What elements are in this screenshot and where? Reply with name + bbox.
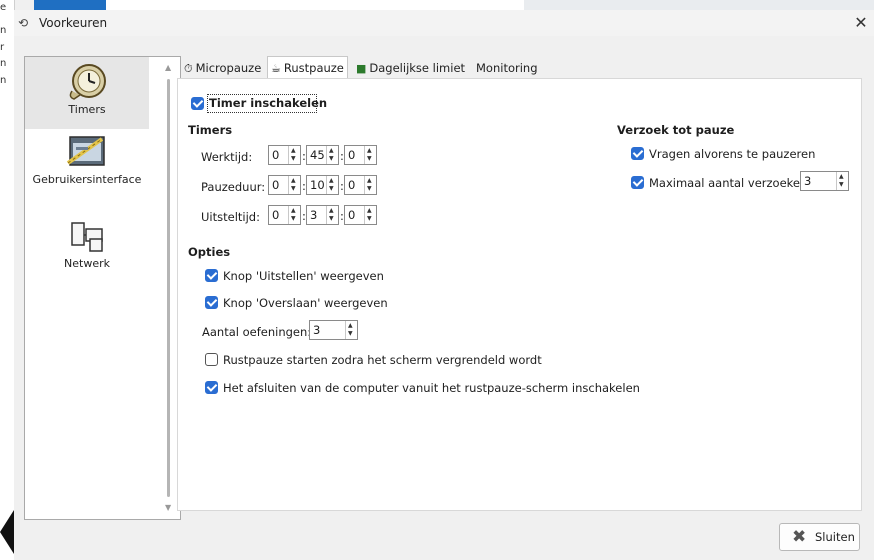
stepper-arrows[interactable]: ▲ ▼: [326, 176, 338, 194]
close-button[interactable]: ✖ Sluiten: [779, 523, 860, 551]
network-icon: [71, 222, 103, 252]
stepper-arrows[interactable]: ▲ ▼: [364, 176, 376, 194]
stepper-value: 10: [310, 178, 325, 192]
stepper-value: 0: [272, 148, 280, 162]
bg-char: r: [0, 42, 5, 53]
daily-limit-icon: ■: [356, 62, 367, 75]
stepper-value: 0: [348, 208, 356, 222]
stepper-arrows[interactable]: ▲ ▼: [288, 206, 300, 224]
tab-label: Rustpauze: [283, 61, 344, 75]
scrollbar-thumb[interactable]: [167, 79, 170, 497]
window-title: Voorkeuren: [39, 16, 108, 30]
stepper-value: 0: [272, 178, 280, 192]
stepper-value: 0: [348, 178, 356, 192]
stepper-arrows[interactable]: ▲ ▼: [326, 206, 338, 224]
stepper-arrows[interactable]: ▲ ▼: [364, 206, 376, 224]
stopwatch-icon: ⏱: [184, 62, 193, 75]
max-requests-stepper[interactable]: 3 ▲ ▼: [800, 171, 849, 191]
stepper-value: 45: [310, 148, 325, 162]
postpone-button-label: Knop 'Uitstellen' weergeven: [223, 269, 384, 283]
stepper-arrows[interactable]: ▲ ▼: [288, 146, 300, 164]
uitsteltijd-minutes-stepper[interactable]: 3 ▲ ▼: [306, 205, 339, 225]
clock-icon: [69, 64, 106, 100]
stepper-value: 0: [348, 148, 356, 162]
tab-micropauze[interactable]: ⏱ Micropauze: [181, 58, 264, 78]
rest-icon: ☕: [271, 62, 281, 75]
stepper-value: 3: [313, 323, 321, 337]
enable-timer-label: Timer inschakelen: [209, 96, 328, 110]
bg-char: n: [0, 25, 7, 36]
allow-shutdown-label: Het afsluiten van de computer vanuit het…: [223, 381, 640, 395]
stepper-arrows[interactable]: ▲ ▼: [345, 321, 357, 339]
exercises-stepper[interactable]: 3 ▲ ▼: [309, 320, 358, 340]
interface-icon: [66, 136, 105, 166]
tab-label: Micropauze: [195, 61, 262, 75]
sidebar-item-gebruikersinterface[interactable]: Gebruikersinterface: [25, 133, 149, 205]
sidebar-item-label: Timers: [68, 103, 106, 116]
sidebar-item-timers[interactable]: Timers: [25, 57, 149, 129]
pauzeduur-seconds-stepper[interactable]: 0 ▲ ▼: [344, 175, 377, 195]
start-on-lock-label: Rustpauze starten zodra het scherm vergr…: [223, 353, 542, 367]
background-accent-bar: [34, 0, 106, 10]
category-list: Timers Gebruikersinterface Netwerk ▲ ▼: [24, 56, 181, 520]
uitsteltijd-label: Uitsteltijd:: [201, 210, 260, 224]
stepper-arrows[interactable]: ▲ ▼: [364, 146, 376, 164]
uitsteltijd-seconds-stepper[interactable]: 0 ▲ ▼: [344, 205, 377, 225]
tab-label: Monitoring: [476, 61, 538, 75]
uitsteltijd-hours-stepper[interactable]: 0 ▲ ▼: [268, 205, 301, 225]
werktijd-minutes-stepper[interactable]: 45 ▲ ▼: [306, 145, 339, 165]
close-icon[interactable]: ✕: [852, 13, 870, 33]
tab-dagelijkse-limiet[interactable]: ■ Dagelijkse limiet: [353, 58, 468, 78]
exercises-label: Aantal oefeningen:: [202, 325, 312, 339]
werktijd-label: Werktijd:: [201, 150, 253, 164]
scroll-down-icon[interactable]: ▼: [165, 503, 171, 512]
stepper-arrows[interactable]: ▲ ▼: [288, 176, 300, 194]
werktijd-seconds-stepper[interactable]: 0 ▲ ▼: [344, 145, 377, 165]
stepper-value: 3: [310, 208, 318, 222]
bg-char: e: [0, 2, 7, 13]
postpone-button-checkbox[interactable]: [205, 269, 218, 282]
bg-char: n: [0, 58, 7, 69]
close-x-icon: ✖: [792, 527, 807, 547]
stepper-arrows[interactable]: ▲ ▼: [836, 172, 848, 190]
mouse-cursor-icon: [0, 510, 14, 554]
pauzeduur-minutes-stepper[interactable]: 10 ▲ ▼: [306, 175, 339, 195]
max-requests-checkbox[interactable]: [631, 176, 644, 189]
sidebar-item-label: Netwerk: [64, 257, 110, 270]
pauzeduur-label: Pauzeduur:: [201, 180, 266, 194]
werktijd-hours-stepper[interactable]: 0 ▲ ▼: [268, 145, 301, 165]
stepper-arrows[interactable]: ▲ ▼: [326, 146, 338, 164]
rustpauze-panel: Timer inschakelen Timers Werktijd: 0 ▲ ▼ :…: [177, 78, 862, 511]
enable-timer-checkbox[interactable]: [191, 97, 204, 110]
sidebar-item-label: Gebruikersinterface: [32, 173, 142, 186]
background-window-edge: e n r n n: [0, 0, 15, 560]
max-requests-label: Maximaal aantal verzoeken:: [649, 176, 812, 190]
options-heading: Opties: [188, 245, 231, 259]
stepper-value: 3: [804, 174, 812, 188]
tab-label: Dagelijkse limiet: [369, 61, 466, 75]
background-toolbar-right: [524, 0, 874, 10]
app-icon: ⟲: [18, 16, 29, 30]
ask-before-label: Vragen alvorens te pauzeren: [649, 147, 816, 161]
allow-shutdown-checkbox[interactable]: [205, 381, 218, 394]
pauzeduur-hours-stepper[interactable]: 0 ▲ ▼: [268, 175, 301, 195]
request-heading: Verzoek tot pauze: [617, 123, 735, 137]
start-on-lock-checkbox[interactable]: [205, 353, 218, 366]
skip-button-label: Knop 'Overslaan' weergeven: [223, 296, 388, 310]
preferences-dialog: ⟲ Voorkeuren ✕ Timers Gebruikersinterfac…: [14, 10, 874, 560]
title-bar: ⟲ Voorkeuren ✕: [14, 10, 874, 36]
sidebar-scrollbar[interactable]: ▲ ▼: [161, 57, 178, 517]
scroll-up-icon[interactable]: ▲: [165, 63, 171, 72]
skip-button-checkbox[interactable]: [205, 296, 218, 309]
sidebar-item-netwerk[interactable]: Netwerk: [25, 217, 149, 289]
stepper-value: 0: [272, 208, 280, 222]
timers-heading: Timers: [188, 123, 233, 137]
tab-monitoring[interactable]: Monitoring: [473, 58, 541, 78]
close-button-label: Sluiten: [815, 530, 855, 544]
bg-char: n: [0, 75, 7, 86]
ask-before-checkbox[interactable]: [631, 147, 644, 160]
